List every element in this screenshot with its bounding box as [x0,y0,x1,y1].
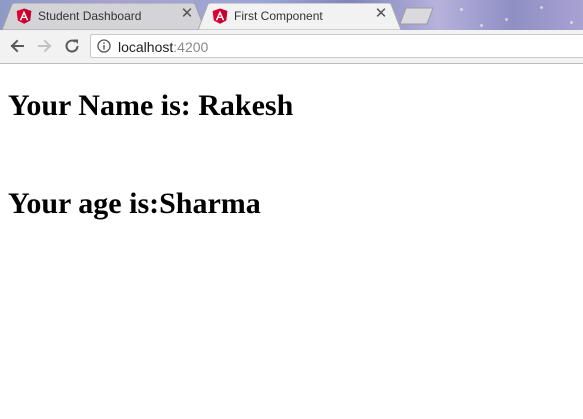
age-heading: Your age is:Sharma [8,187,261,220]
url-host: localhost [118,39,174,55]
new-tab-button[interactable] [399,7,435,25]
info-icon[interactable] [97,39,111,53]
angular-logo-icon [16,8,32,24]
page-content: Your Name is: Rakesh Your age is:Sharma [0,64,583,419]
tab-title: Student Dashboard [38,9,142,23]
tab-student-dashboard[interactable]: Student Dashboard ✕ [2,3,205,30]
browser-toolbar: localhost:4200 [0,30,583,64]
address-bar[interactable]: localhost:4200 [90,34,583,58]
angular-logo-icon [212,8,228,24]
tab-first-component[interactable]: First Component ✕ [198,3,401,30]
forward-arrow-icon[interactable] [36,37,54,55]
tab-strip: Student Dashboard ✕ First Component ✕ [0,0,583,30]
reload-icon[interactable] [63,37,81,55]
close-icon[interactable]: ✕ [180,6,194,21]
close-icon[interactable]: ✕ [374,6,388,21]
name-heading: Your Name is: Rakesh [8,89,294,122]
tab-title: First Component [234,9,323,23]
url-port: :4200 [173,39,209,55]
back-arrow-icon[interactable] [8,37,26,55]
url-text: localhost:4200 [118,39,208,55]
